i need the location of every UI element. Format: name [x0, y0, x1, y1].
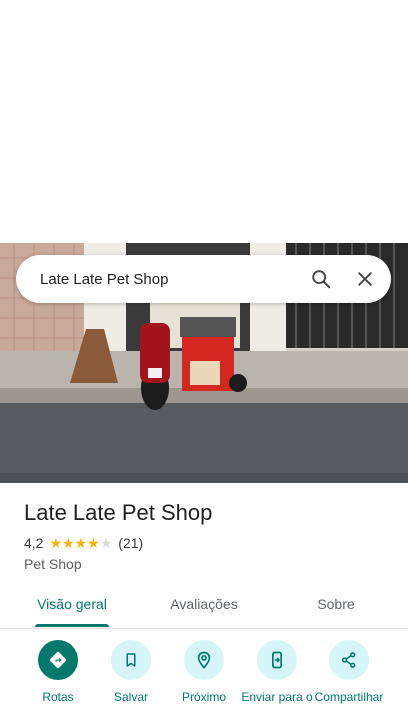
send-to-phone-icon: [257, 640, 297, 680]
bookmark-icon: [111, 640, 151, 680]
save-button[interactable]: Salvar: [91, 640, 171, 705]
directions-icon: [38, 640, 78, 680]
star-icon: ★: [49, 535, 63, 551]
action-label: Próximo: [181, 690, 226, 704]
star-icon: ★: [74, 535, 88, 551]
tab-reviews[interactable]: Avaliações: [152, 588, 256, 628]
tab-label: Avaliações: [170, 596, 238, 612]
tab-bar: Visão geral Avaliações Sobre: [0, 588, 408, 629]
active-tab-indicator: [35, 624, 109, 627]
place-title: Late Late Pet Shop: [24, 500, 213, 525]
tab-label: Visão geral: [37, 596, 107, 612]
share-icon: [329, 640, 369, 680]
tab-overview[interactable]: Visão geral: [20, 588, 124, 628]
star-rating: ★ ★ ★ ★ ★: [49, 536, 112, 550]
search-input[interactable]: Late Late Pet Shop: [16, 271, 299, 288]
star-icon: ★: [99, 535, 113, 551]
place-category[interactable]: Pet Shop: [24, 556, 82, 572]
directions-button[interactable]: Rotas: [18, 640, 98, 705]
send-to-phone-button[interactable]: Enviar para o: [237, 640, 317, 705]
search-bar[interactable]: Late Late Pet Shop: [16, 255, 391, 303]
action-label: Salvar: [113, 690, 148, 704]
nearby-icon: [184, 640, 224, 680]
star-icon: ★: [62, 535, 75, 551]
search-icon[interactable]: [299, 257, 343, 301]
review-count[interactable]: (21): [118, 535, 143, 551]
rating-value: 4,2: [24, 535, 44, 551]
tab-about[interactable]: Sobre: [284, 588, 388, 628]
close-icon[interactable]: [343, 257, 387, 301]
star-icon: ★: [87, 535, 100, 551]
rating-row[interactable]: 4,2 ★ ★ ★ ★ ★ (21): [24, 535, 143, 551]
action-bar: Rotas Salvar Próximo Enviar para o Compa…: [0, 640, 408, 726]
top-blank-area: [0, 0, 408, 243]
action-label: Compartilhar: [314, 690, 384, 704]
action-label: Rotas: [42, 690, 74, 704]
share-button[interactable]: Compartilhar: [309, 640, 389, 705]
tab-label: Sobre: [317, 596, 355, 612]
nearby-button[interactable]: Próximo: [164, 640, 244, 705]
action-label: Enviar para o: [241, 690, 313, 704]
